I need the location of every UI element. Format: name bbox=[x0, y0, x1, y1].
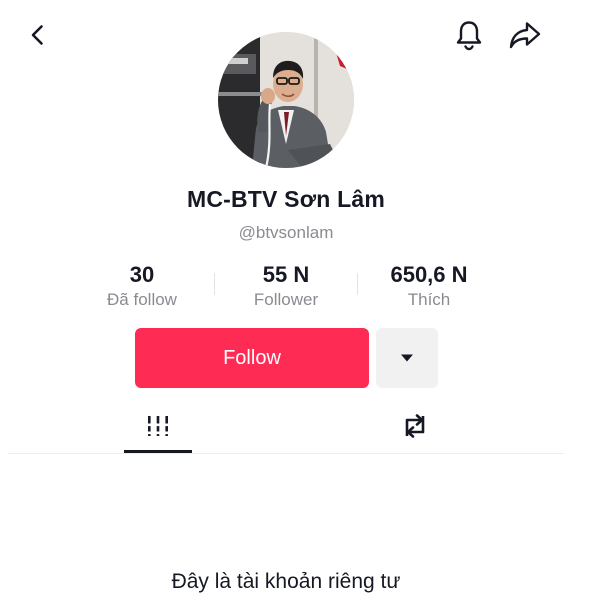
tab-reposts[interactable] bbox=[383, 402, 447, 450]
notification-bell-button[interactable] bbox=[449, 15, 489, 55]
videos-grid-icon bbox=[147, 416, 169, 436]
likes-label: Thích bbox=[407, 290, 451, 309]
follow-button-label: Follow bbox=[223, 346, 281, 369]
caret-down-icon bbox=[401, 354, 413, 362]
avatar[interactable] bbox=[218, 32, 354, 168]
username: @btvsonlam bbox=[238, 223, 334, 242]
following-label: Đã follow bbox=[107, 290, 177, 309]
bell-icon bbox=[456, 21, 482, 51]
repost-icon bbox=[405, 414, 425, 438]
following-count: 30 bbox=[129, 262, 155, 287]
tab-divider bbox=[8, 453, 564, 454]
followers-count: 55 N bbox=[262, 262, 310, 287]
display-name: MC-BTV Sơn Lâm bbox=[186, 186, 386, 212]
back-button[interactable] bbox=[18, 15, 58, 55]
follow-button[interactable]: Follow bbox=[135, 328, 369, 388]
suggested-accounts-button[interactable] bbox=[376, 328, 438, 388]
following-stat[interactable]: 30 Đã follow bbox=[67, 262, 217, 311]
likes-count: 650,6 N bbox=[390, 262, 468, 287]
tab-videos[interactable] bbox=[124, 402, 192, 450]
likes-stat[interactable]: 650,6 N Thích bbox=[354, 262, 504, 311]
followers-stat[interactable]: 55 N Follower bbox=[211, 262, 361, 311]
chevron-left-icon bbox=[31, 25, 43, 45]
share-button[interactable] bbox=[505, 15, 545, 55]
profile-photo bbox=[218, 32, 354, 168]
followers-label: Follower bbox=[253, 290, 319, 309]
share-arrow-icon bbox=[509, 22, 541, 49]
private-account-title: Đây là tài khoản riêng tư bbox=[171, 570, 401, 593]
